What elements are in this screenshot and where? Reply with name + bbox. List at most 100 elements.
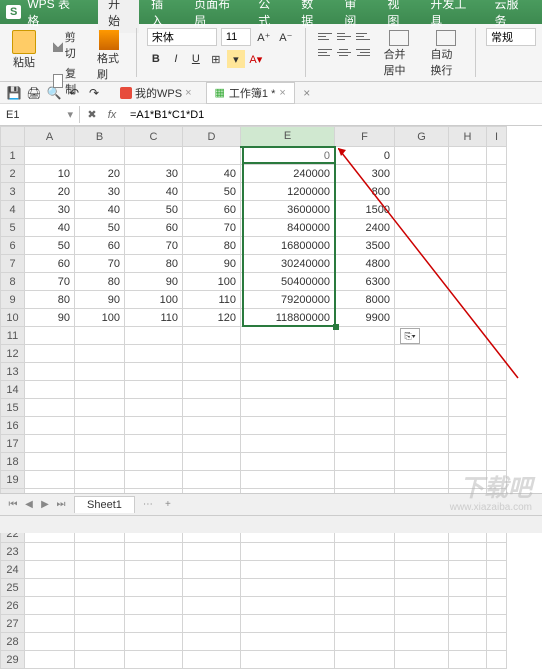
cell-D8[interactable]: 100	[183, 273, 241, 291]
fx-button[interactable]: fx	[104, 107, 120, 123]
cell-D3[interactable]: 50	[183, 183, 241, 201]
cell-C23[interactable]	[125, 543, 183, 561]
name-box[interactable]: E1 ▾	[0, 106, 80, 123]
format-painter-button[interactable]: 格式刷	[91, 28, 126, 84]
align-left-button[interactable]	[316, 44, 334, 60]
cell-G26[interactable]	[395, 597, 449, 615]
cell-I18[interactable]	[487, 453, 507, 471]
cell-E10[interactable]: 118800000	[241, 309, 335, 327]
cell-H16[interactable]	[449, 417, 487, 435]
cell-C18[interactable]	[125, 453, 183, 471]
cell-F19[interactable]	[335, 471, 395, 489]
cell-A11[interactable]	[25, 327, 75, 345]
cell-D27[interactable]	[183, 615, 241, 633]
cell-I29[interactable]	[487, 651, 507, 669]
cell-E2[interactable]: 240000	[241, 165, 335, 183]
row-header-19[interactable]: 19	[1, 471, 25, 489]
cell-F4[interactable]: 1500	[335, 201, 395, 219]
cell-B17[interactable]	[75, 435, 125, 453]
cell-F13[interactable]	[335, 363, 395, 381]
cell-D11[interactable]	[183, 327, 241, 345]
cell-H18[interactable]	[449, 453, 487, 471]
cell-H8[interactable]	[449, 273, 487, 291]
row-header-28[interactable]: 28	[1, 633, 25, 651]
document-tab[interactable]: ▦ 工作簿1 * ×	[206, 82, 295, 104]
cell-B18[interactable]	[75, 453, 125, 471]
cell-B3[interactable]: 30	[75, 183, 125, 201]
cell-C9[interactable]: 100	[125, 291, 183, 309]
row-header-25[interactable]: 25	[1, 579, 25, 597]
cell-G23[interactable]	[395, 543, 449, 561]
cell-B24[interactable]	[75, 561, 125, 579]
cell-A15[interactable]	[25, 399, 75, 417]
cell-E19[interactable]	[241, 471, 335, 489]
cell-D28[interactable]	[183, 633, 241, 651]
cell-F17[interactable]	[335, 435, 395, 453]
cell-E5[interactable]: 8400000	[241, 219, 335, 237]
cell-D19[interactable]	[183, 471, 241, 489]
cell-H13[interactable]	[449, 363, 487, 381]
row-header-6[interactable]: 6	[1, 237, 25, 255]
cell-A14[interactable]	[25, 381, 75, 399]
autofill-options-button[interactable]: ⎘▾	[400, 328, 420, 344]
cell-E7[interactable]: 30240000	[241, 255, 335, 273]
cell-E27[interactable]	[241, 615, 335, 633]
cell-C1[interactable]	[125, 147, 183, 165]
cell-D5[interactable]: 70	[183, 219, 241, 237]
cell-E14[interactable]	[241, 381, 335, 399]
row-header-13[interactable]: 13	[1, 363, 25, 381]
cell-B16[interactable]	[75, 417, 125, 435]
first-sheet-button[interactable]: ⏮	[6, 498, 20, 512]
cell-B2[interactable]: 20	[75, 165, 125, 183]
cell-H24[interactable]	[449, 561, 487, 579]
cell-H7[interactable]	[449, 255, 487, 273]
cell-I11[interactable]	[487, 327, 507, 345]
cell-D18[interactable]	[183, 453, 241, 471]
cell-G5[interactable]	[395, 219, 449, 237]
cell-D12[interactable]	[183, 345, 241, 363]
cell-B25[interactable]	[75, 579, 125, 597]
cell-A7[interactable]: 60	[25, 255, 75, 273]
cell-D23[interactable]	[183, 543, 241, 561]
cell-G16[interactable]	[395, 417, 449, 435]
number-format-select[interactable]	[486, 28, 536, 46]
cell-G12[interactable]	[395, 345, 449, 363]
row-header-24[interactable]: 24	[1, 561, 25, 579]
close-icon[interactable]: ×	[185, 87, 191, 99]
select-all-corner[interactable]	[1, 127, 25, 147]
cell-F18[interactable]	[335, 453, 395, 471]
cell-B7[interactable]: 70	[75, 255, 125, 273]
merge-center-button[interactable]: 合并居中	[380, 28, 419, 80]
cell-A4[interactable]: 30	[25, 201, 75, 219]
cell-E1[interactable]: 0	[241, 147, 335, 165]
cell-D13[interactable]	[183, 363, 241, 381]
spreadsheet-grid[interactable]: ABCDEFGHI1002102030402400003003203040501…	[0, 126, 542, 669]
cancel-formula-button[interactable]: ✖	[84, 107, 100, 123]
cell-C4[interactable]: 50	[125, 201, 183, 219]
cell-G9[interactable]	[395, 291, 449, 309]
row-header-29[interactable]: 29	[1, 651, 25, 669]
cell-A25[interactable]	[25, 579, 75, 597]
cell-H11[interactable]	[449, 327, 487, 345]
cell-E24[interactable]	[241, 561, 335, 579]
row-header-9[interactable]: 9	[1, 291, 25, 309]
underline-button[interactable]: U	[187, 50, 205, 68]
cell-I26[interactable]	[487, 597, 507, 615]
col-header-C[interactable]: C	[125, 127, 183, 147]
cell-G10[interactable]	[395, 309, 449, 327]
cell-G3[interactable]	[395, 183, 449, 201]
col-header-D[interactable]: D	[183, 127, 241, 147]
sheet-list-button[interactable]: ⋯	[141, 498, 155, 512]
font-name-select[interactable]	[147, 28, 217, 46]
cell-E4[interactable]: 3600000	[241, 201, 335, 219]
cell-I14[interactable]	[487, 381, 507, 399]
cell-I16[interactable]	[487, 417, 507, 435]
cell-F29[interactable]	[335, 651, 395, 669]
cell-I15[interactable]	[487, 399, 507, 417]
italic-button[interactable]: I	[167, 50, 185, 68]
cell-A3[interactable]: 20	[25, 183, 75, 201]
cell-H28[interactable]	[449, 633, 487, 651]
cell-C8[interactable]: 90	[125, 273, 183, 291]
cell-F10[interactable]: 9900	[335, 309, 395, 327]
cell-A24[interactable]	[25, 561, 75, 579]
